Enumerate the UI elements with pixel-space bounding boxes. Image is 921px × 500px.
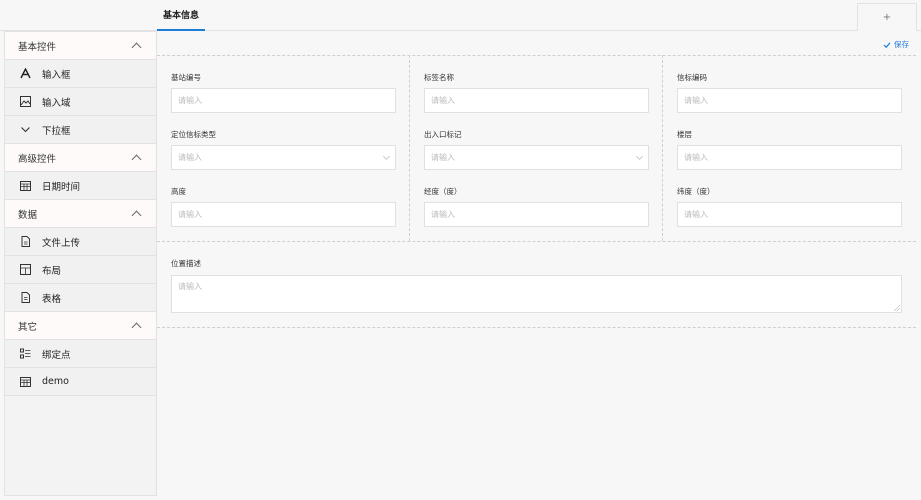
save-label: 保存 (894, 40, 909, 49)
group-title: 基本控件 (18, 41, 57, 53)
doc-icon (18, 291, 32, 305)
longitude-input[interactable]: 请输入 (424, 202, 649, 227)
layout-icon (18, 263, 32, 277)
field-label: 位置描述 (171, 259, 201, 268)
divider (409, 55, 410, 241)
chevron-down-icon (382, 152, 391, 160)
placeholder: 请输入 (431, 210, 455, 219)
sidebar-item-label: 输入域 (42, 97, 71, 109)
resize-handle[interactable] (894, 305, 900, 311)
chevron-down-icon (18, 123, 32, 137)
image-icon (18, 95, 32, 109)
group-header-other[interactable]: 其它 (5, 312, 156, 340)
tag-name-input[interactable]: 请输入 (424, 88, 649, 113)
field-tag-name: 标签名称 请输入 (424, 72, 649, 113)
group-header-advanced[interactable]: 高级控件 (5, 144, 156, 172)
chevron-up-icon (131, 154, 142, 165)
field-label: 出入口标记 (424, 130, 462, 139)
placeholder: 请输入 (431, 153, 455, 162)
divider (157, 241, 916, 242)
field-label: 信标编码 (677, 73, 707, 82)
field-label: 标签名称 (424, 73, 454, 82)
field-label: 经度（度） (424, 187, 462, 196)
chevron-up-icon (131, 210, 142, 221)
group-header-basic[interactable]: 基本控件 (5, 32, 156, 60)
component-sidebar: 基本控件 输入框 输入域 下拉框 高级控件 日期时间 数据 文件上传 布局 表格… (4, 31, 157, 496)
sidebar-item-table[interactable]: 表格 (5, 284, 156, 312)
sidebar-item-label: 输入框 (42, 69, 71, 81)
field-longitude: 经度（度） 请输入 (424, 186, 649, 227)
placeholder: 请输入 (684, 210, 708, 219)
entrance-mark-select[interactable]: 请输入 (424, 145, 649, 170)
field-label: 高度 (171, 187, 186, 196)
sidebar-item-upload[interactable]: 文件上传 (5, 228, 156, 256)
sidebar-item-demo[interactable]: demo (5, 368, 156, 396)
sidebar-item-select[interactable]: 下拉框 (5, 116, 156, 144)
field-label: 纬度（度） (677, 187, 715, 196)
placeholder: 请输入 (178, 153, 202, 162)
beacon-type-select[interactable]: 请输入 (171, 145, 396, 170)
sidebar-item-textarea[interactable]: 输入域 (5, 88, 156, 116)
station-no-input[interactable]: 请输入 (171, 88, 396, 113)
add-tab-button[interactable]: + (857, 3, 917, 31)
placeholder: 请输入 (431, 96, 455, 105)
divider (662, 55, 663, 241)
sidebar-item-bind[interactable]: 绑定点 (5, 340, 156, 368)
sidebar-item-datetime[interactable]: 日期时间 (5, 172, 156, 200)
file-icon (18, 235, 32, 249)
field-height: 高度 请输入 (171, 186, 396, 227)
bind-icon (18, 347, 32, 361)
placeholder: 请输入 (684, 153, 708, 162)
sidebar-item-label: 绑定点 (42, 349, 71, 361)
location-description-textarea[interactable]: 请输入 (171, 275, 902, 313)
placeholder: 请输入 (178, 96, 202, 105)
field-label: 定位信标类型 (171, 130, 216, 139)
check-icon (883, 41, 891, 48)
field-latitude: 纬度（度） 请输入 (677, 186, 902, 227)
sidebar-item-label: 日期时间 (42, 181, 81, 193)
latitude-input[interactable]: 请输入 (677, 202, 902, 227)
calendar-icon (18, 179, 32, 193)
table-icon (18, 375, 32, 389)
field-station-no: 基站编号 请输入 (171, 72, 396, 113)
sidebar-item-label: 布局 (42, 265, 62, 277)
field-floor: 楼层 请输入 (677, 129, 902, 170)
form-canvas: 保存 基站编号 请输入 标签名称 请输入 信标编码 请输入 定位信标类型 请输入… (157, 31, 921, 496)
placeholder: 请输入 (178, 282, 202, 291)
field-label: 楼层 (677, 130, 692, 139)
group-title: 高级控件 (18, 153, 57, 165)
placeholder: 请输入 (684, 96, 708, 105)
sidebar-item-label: 文件上传 (42, 237, 81, 249)
sidebar-item-input[interactable]: 输入框 (5, 60, 156, 88)
field-beacon-type: 定位信标类型 请输入 (171, 129, 396, 170)
field-label: 基站编号 (171, 73, 201, 82)
floor-input[interactable]: 请输入 (677, 145, 902, 170)
tab-bar: 基本信息 + (0, 0, 921, 31)
sidebar-item-label: demo (42, 376, 69, 387)
sidebar-item-label: 表格 (42, 293, 62, 305)
chevron-down-icon (635, 152, 644, 160)
group-header-data[interactable]: 数据 (5, 200, 156, 228)
tab-basic-info[interactable]: 基本信息 (157, 0, 205, 31)
height-input[interactable]: 请输入 (171, 202, 396, 227)
group-title: 数据 (18, 209, 38, 221)
text-a-icon (18, 67, 32, 81)
placeholder: 请输入 (178, 210, 202, 219)
divider (157, 55, 916, 56)
chevron-up-icon (131, 322, 142, 333)
save-button[interactable]: 保存 (883, 39, 909, 50)
divider (157, 327, 916, 328)
group-title: 其它 (18, 321, 38, 333)
beacon-code-input[interactable]: 请输入 (677, 88, 902, 113)
chevron-up-icon (131, 42, 142, 53)
form-grid: 基站编号 请输入 标签名称 请输入 信标编码 请输入 定位信标类型 请输入 出入… (157, 55, 916, 328)
sidebar-item-layout[interactable]: 布局 (5, 256, 156, 284)
sidebar-item-label: 下拉框 (42, 125, 71, 137)
field-beacon-code: 信标编码 请输入 (677, 72, 902, 113)
field-entrance-mark: 出入口标记 请输入 (424, 129, 649, 170)
